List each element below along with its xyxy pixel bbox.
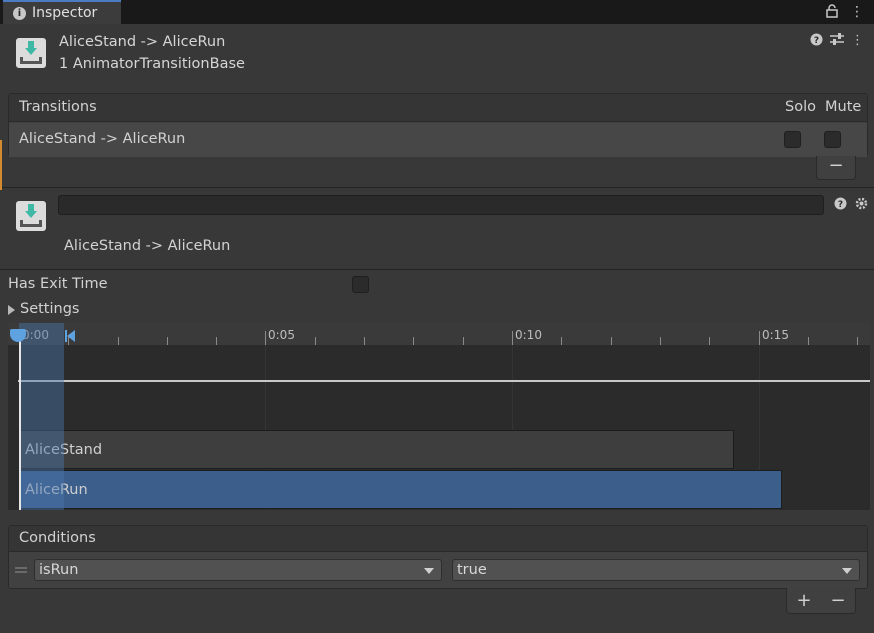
destination-state-bar[interactable]: AliceRun <box>19 470 782 509</box>
minor-tick <box>561 337 562 345</box>
source-state-bar[interactable]: AliceStand <box>19 430 734 469</box>
animator-transition-icon <box>16 201 46 231</box>
remove-transition-button[interactable]: − <box>816 156 856 180</box>
minor-tick <box>808 337 809 345</box>
header-tools: ? ⋮ <box>810 33 864 50</box>
help-icon[interactable]: ? <box>834 197 847 214</box>
transition-name-input[interactable] <box>58 195 824 215</box>
minor-tick <box>463 337 464 345</box>
tick-label: 0:15 <box>762 328 789 342</box>
lock-icon[interactable] <box>826 4 838 22</box>
kebab-menu-icon[interactable]: ⋮ <box>850 4 864 22</box>
chevron-down-icon <box>842 568 852 574</box>
divider <box>0 269 874 270</box>
mute-column-label: Mute <box>825 99 862 115</box>
svg-text:?: ? <box>838 200 843 210</box>
solo-checkbox[interactable] <box>784 131 801 148</box>
playhead[interactable] <box>19 333 21 510</box>
minor-tick <box>364 337 365 345</box>
solo-column-label: Solo <box>785 99 816 115</box>
conditions-title: Conditions <box>19 530 96 546</box>
tick-label: 0:10 <box>515 328 542 342</box>
transition-duration-region[interactable] <box>19 323 64 510</box>
conditions-header: Conditions <box>9 526 867 552</box>
transition-timeline[interactable]: 0:00 0:05 0:10 0:15 AliceStand AliceRun <box>8 323 870 510</box>
major-tick <box>265 331 266 345</box>
minor-tick <box>167 337 168 345</box>
transitions-header: Transitions Solo Mute <box>9 94 867 122</box>
remove-condition-button[interactable]: − <box>830 590 845 611</box>
timeline-curve-area <box>8 345 870 428</box>
transition-curve <box>18 380 870 382</box>
minor-tick <box>660 337 661 345</box>
transition-row[interactable]: AliceStand -> AliceRun <box>9 123 867 157</box>
tab-inspector[interactable]: i Inspector <box>3 0 121 24</box>
minor-tick <box>413 337 414 345</box>
minor-tick <box>709 337 710 345</box>
transitions-list: Transitions Solo Mute AliceStand -> Alic… <box>8 93 868 157</box>
mute-checkbox[interactable] <box>824 131 841 148</box>
minor-tick <box>216 337 217 345</box>
svg-text:?: ? <box>814 36 819 46</box>
info-icon: i <box>13 6 26 20</box>
has-exit-time-label: Has Exit Time <box>8 276 108 292</box>
kebab-menu-icon[interactable]: ⋮ <box>851 33 864 50</box>
major-tick <box>759 331 760 345</box>
header-subtitle: 1 AnimatorTransitionBase <box>59 56 245 72</box>
major-tick <box>512 331 513 345</box>
divider <box>0 187 874 188</box>
conditions-footer: + − <box>786 588 856 614</box>
has-exit-time-checkbox[interactable] <box>352 276 369 293</box>
minor-tick <box>118 337 119 345</box>
conditions-list: Conditions isRun true <box>8 525 868 589</box>
minor-tick <box>611 337 612 345</box>
timeline-ruler[interactable] <box>8 323 870 345</box>
transition-end-handle[interactable] <box>65 330 75 342</box>
condition-parameter-dropdown[interactable]: isRun <box>34 559 442 581</box>
condition-parameter-value: isRun <box>39 562 79 578</box>
preset-icon[interactable] <box>830 33 844 50</box>
window-edge-accent <box>0 140 2 190</box>
transitions-title: Transitions <box>19 99 97 115</box>
gear-icon[interactable] <box>855 197 868 214</box>
help-icon[interactable]: ? <box>810 33 823 50</box>
condition-row[interactable]: isRun true <box>9 553 867 589</box>
tab-tools: ⋮ <box>826 4 864 22</box>
transition-tools: ? <box>834 197 868 214</box>
animator-transition-icon <box>16 38 46 68</box>
settings-foldout[interactable]: Settings <box>20 301 79 317</box>
condition-value: true <box>457 562 487 578</box>
condition-value-dropdown[interactable]: true <box>452 559 860 581</box>
add-condition-button[interactable]: + <box>796 590 811 611</box>
transition-label: AliceStand -> AliceRun <box>64 238 231 254</box>
drag-handle-icon[interactable] <box>15 567 27 573</box>
tick-label: 0:05 <box>268 328 295 342</box>
tab-bar <box>0 0 874 24</box>
minor-tick <box>857 337 858 345</box>
transition-row-label: AliceStand -> AliceRun <box>19 131 186 147</box>
minor-tick <box>315 337 316 345</box>
tab-label: Inspector <box>32 5 98 21</box>
chevron-down-icon <box>424 568 434 574</box>
header-title: AliceStand -> AliceRun <box>59 34 226 50</box>
settings-foldout-arrow-icon[interactable] <box>8 305 15 315</box>
